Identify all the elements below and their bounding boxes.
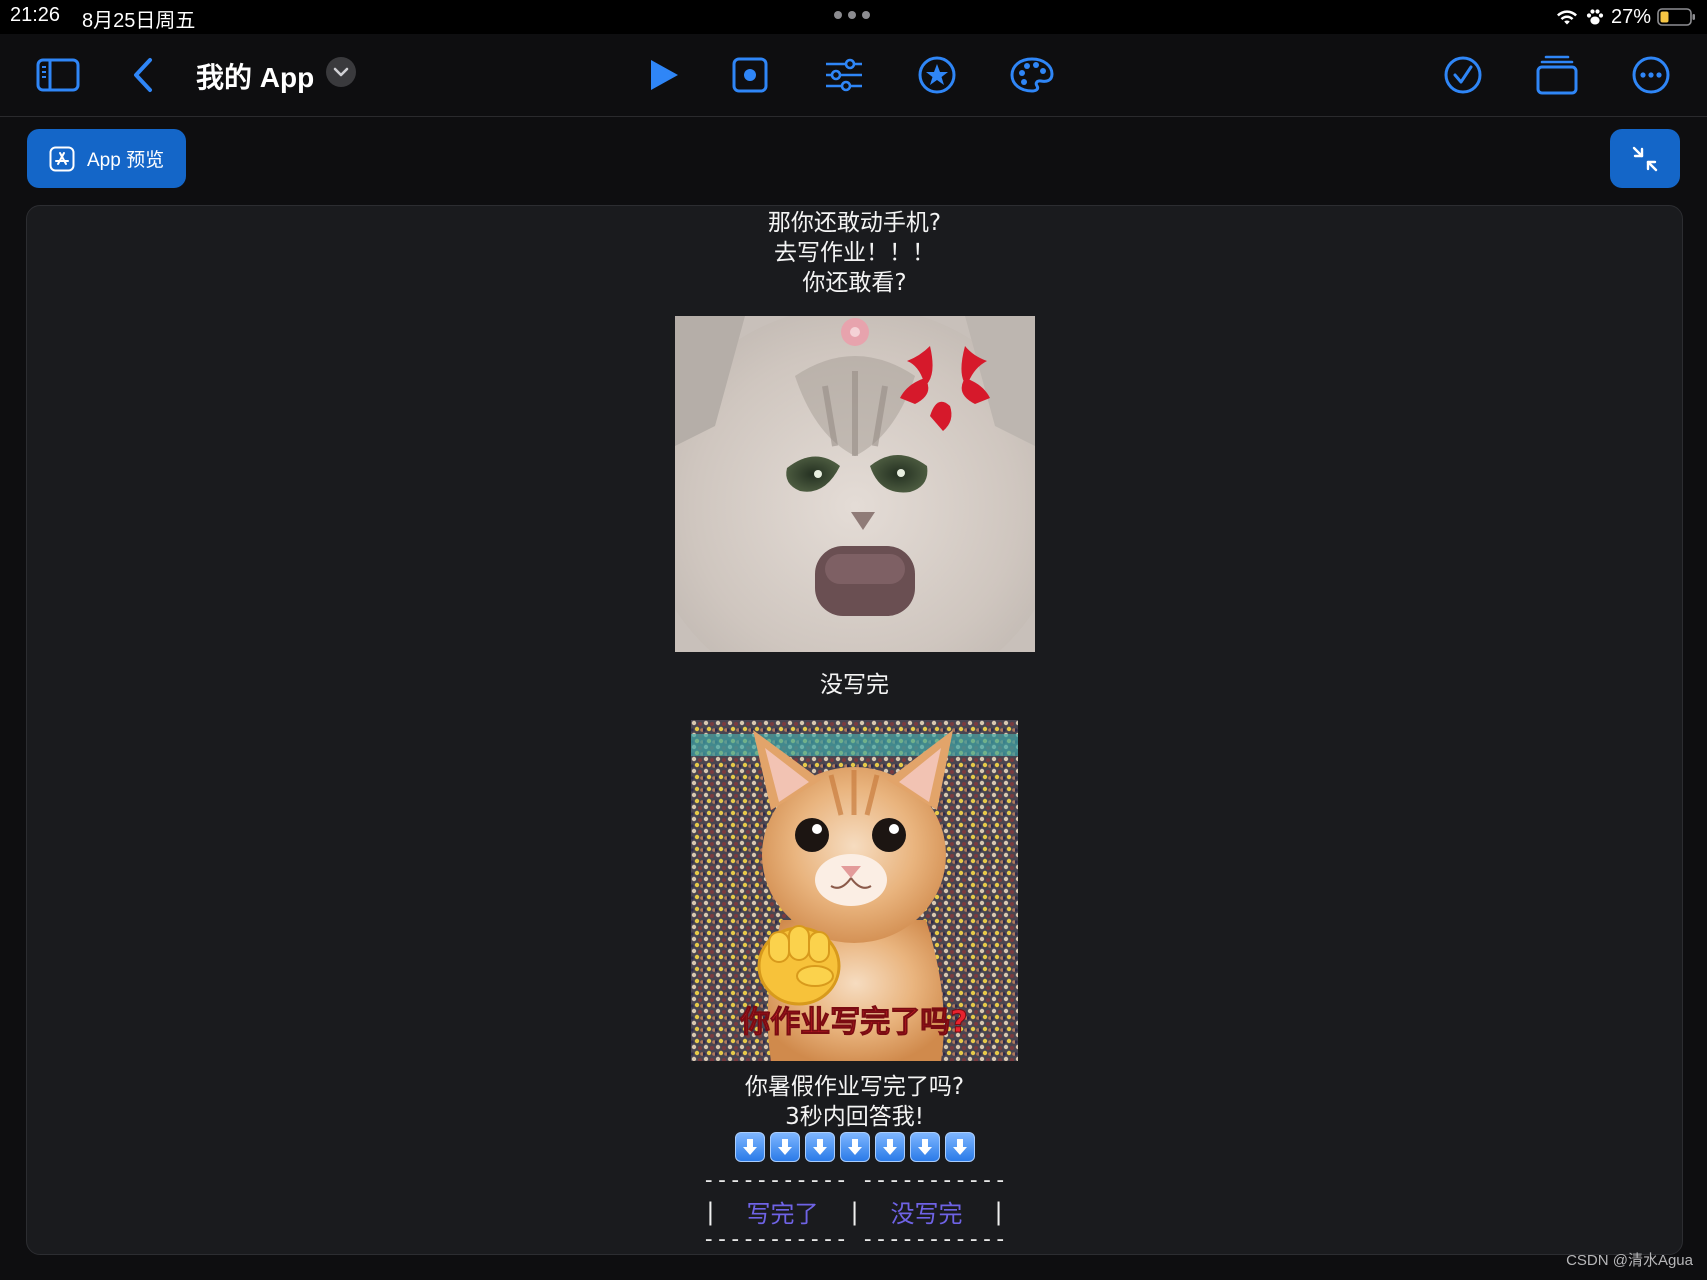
stack-icon[interactable] bbox=[1533, 52, 1581, 98]
question-line: 你暑假作业写完了吗? bbox=[744, 1074, 965, 1100]
sidebar-icon[interactable] bbox=[34, 52, 82, 98]
kitten-pointing-image: 你作业写完了吗? bbox=[691, 720, 1018, 1061]
down-arrow-icon bbox=[769, 1132, 800, 1162]
down-arrow-icon bbox=[839, 1132, 870, 1162]
palette-icon[interactable] bbox=[1008, 52, 1056, 98]
status-date: 8月25日周五 bbox=[82, 10, 196, 32]
choice-not-finished-link[interactable]: 没写完 bbox=[873, 1194, 981, 1229]
toolbar: 我的 App bbox=[0, 34, 1707, 117]
answer-choices: | 写完了 | 没写完 | bbox=[27, 1194, 1682, 1229]
down-arrow-icon bbox=[874, 1132, 905, 1162]
separator: | bbox=[994, 1197, 1003, 1226]
down-arrow-icon bbox=[804, 1132, 835, 1162]
choice-finished-link[interactable]: 写完了 bbox=[728, 1194, 836, 1229]
down-arrow-icon bbox=[909, 1132, 940, 1162]
multitasking-dots[interactable] bbox=[834, 11, 870, 19]
down-arrow-row bbox=[27, 1132, 1682, 1162]
separator: | bbox=[706, 1197, 715, 1226]
collapse-button[interactable] bbox=[1610, 129, 1680, 188]
paw-icon bbox=[1586, 9, 1604, 25]
status-right: 27% bbox=[1555, 3, 1697, 31]
preview-canvas: 那你还敢动手机? 去写作业！！！ 你还敢看? 没写完 你作业写完了吗? 你暑假作… bbox=[26, 205, 1683, 1255]
collapse-arrows-icon bbox=[1632, 146, 1658, 171]
image-overlay-text: 你作业写完了吗? bbox=[739, 1005, 967, 1040]
app-store-icon bbox=[49, 146, 75, 171]
back-chevron-icon[interactable] bbox=[120, 52, 168, 98]
divider-top: ----------- ----------- bbox=[702, 1168, 1007, 1193]
app-preview-label: App 预览 bbox=[87, 150, 165, 171]
app-preview-button[interactable]: App 预览 bbox=[27, 129, 186, 188]
app-title[interactable]: 我的 App bbox=[196, 56, 314, 96]
watermark: CSDN @清水Agua bbox=[1566, 1252, 1693, 1269]
more-icon[interactable] bbox=[1627, 52, 1675, 98]
intro-line: 去写作业！！！ bbox=[774, 240, 935, 266]
separator: | bbox=[850, 1197, 859, 1226]
divider-bottom: ----------- ----------- bbox=[702, 1227, 1007, 1252]
intro-line: 你还敢看? bbox=[802, 270, 907, 296]
angry-cat-image bbox=[675, 316, 1035, 652]
record-icon[interactable] bbox=[726, 52, 774, 98]
battery-icon bbox=[1657, 8, 1695, 26]
intro-line: 那你还敢动手机? bbox=[767, 210, 942, 236]
intro-text: 那你还敢动手机? 去写作业！！！ 你还敢看? bbox=[27, 208, 1682, 298]
checkmark-icon[interactable] bbox=[1439, 52, 1487, 98]
caption-not-finished: 没写完 bbox=[820, 672, 889, 698]
wifi-icon bbox=[1556, 10, 1577, 25]
star-icon[interactable] bbox=[913, 52, 961, 98]
battery-percentage: 27% bbox=[1610, 5, 1651, 28]
question-text: 你暑假作业写完了吗? 3秒内回答我! bbox=[27, 1072, 1682, 1132]
sliders-icon[interactable] bbox=[820, 52, 868, 98]
status-bar: 21:26 8月25日周五 27% bbox=[0, 0, 1707, 34]
status-time: 21:26 bbox=[10, 4, 61, 26]
play-icon[interactable] bbox=[640, 52, 688, 98]
down-arrow-icon bbox=[734, 1132, 765, 1162]
chevron-down-icon[interactable] bbox=[326, 57, 356, 87]
down-arrow-icon bbox=[944, 1132, 975, 1162]
question-line: 3秒内回答我! bbox=[785, 1104, 924, 1130]
